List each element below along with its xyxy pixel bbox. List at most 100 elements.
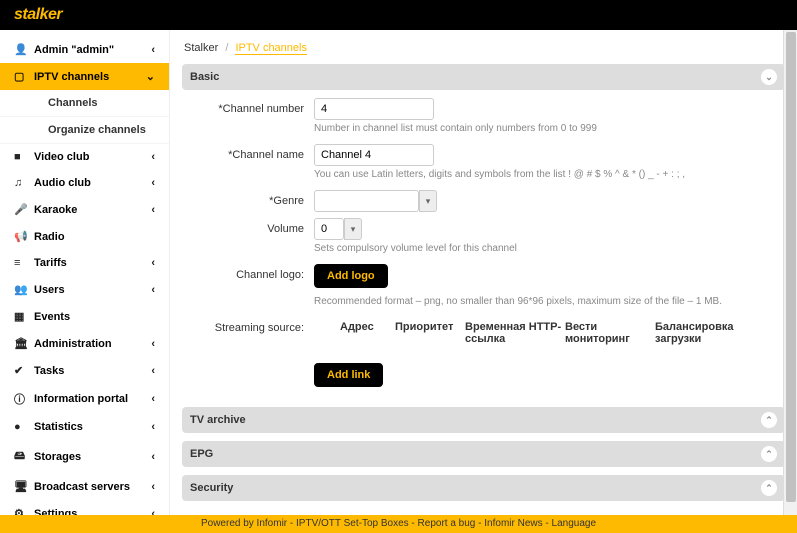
sidebar-item-statistics[interactable]: ● Statistics‹	[0, 414, 169, 440]
chevron-icon: ‹	[151, 151, 155, 163]
footer-link-lang[interactable]: Language	[552, 518, 597, 529]
panel-security-title: Security	[190, 482, 233, 494]
panel-epg: EPG ⌃	[182, 441, 785, 467]
breadcrumb-sep: /	[225, 42, 228, 54]
sidebar-item-label: Broadcast servers	[34, 481, 151, 493]
panel-basic: Basic ⌄ *Channel number Number in channe…	[182, 64, 785, 399]
sidebar-icon: 🖥	[14, 480, 26, 493]
sidebar-item-iptv-channels[interactable]: ▢IPTV channels⌄	[0, 63, 169, 90]
sidebar-subitem-channels[interactable]: Channels	[0, 90, 169, 117]
volume-input[interactable]	[314, 218, 344, 240]
col-temp-http: Временная HTTP-ссылка	[465, 321, 565, 345]
sidebar-item-label: Video club	[34, 151, 151, 163]
scrollbar-thumb[interactable]	[786, 32, 796, 502]
sidebar-icon: ▢	[14, 70, 26, 83]
sidebar-icon: ■	[14, 151, 26, 163]
sidebar-item-label: Tariffs	[34, 257, 151, 269]
footer-link-bug[interactable]: Report a bug	[418, 518, 476, 529]
channel-number-input[interactable]	[314, 98, 434, 120]
sidebar-item-radio[interactable]: 📢 Radio	[0, 223, 169, 250]
sidebar-item-label: IPTV channels	[34, 71, 146, 83]
sidebar-icon: 🎤	[14, 203, 26, 216]
sidebar-item-administration[interactable]: 🏛 Administration‹	[0, 330, 169, 357]
expand-icon[interactable]: ⌃	[761, 446, 777, 462]
sidebar-item-broadcast-servers[interactable]: 🖥Broadcast servers‹	[0, 473, 169, 500]
chevron-icon: ‹	[151, 451, 155, 463]
volume-stepper-icon[interactable]: ▾	[344, 218, 362, 240]
channel-name-input[interactable]	[314, 144, 434, 166]
expand-icon[interactable]: ⌃	[761, 480, 777, 496]
chevron-icon: ‹	[151, 177, 155, 189]
channel-number-hint: Number in channel list must contain only…	[314, 123, 773, 134]
panel-tv-header[interactable]: TV archive ⌃	[182, 407, 785, 433]
sidebar-item-information-portal[interactable]: ⓘInformation portal‹	[0, 384, 169, 414]
sidebar-icon: 👤	[14, 43, 26, 56]
main-content: Stalker / IPTV channels Basic ⌄ *Channel…	[170, 30, 797, 520]
sidebar-item-users[interactable]: 👥 Users‹	[0, 276, 169, 303]
add-link-button[interactable]: Add link	[314, 363, 383, 387]
sidebar-icon: ▦	[14, 310, 26, 323]
sidebar-item-label: Tasks	[34, 365, 151, 377]
breadcrumb-current[interactable]: IPTV channels	[235, 42, 307, 55]
panel-epg-title: EPG	[190, 448, 213, 460]
footer-link-boxes[interactable]: IPTV/OTT Set-Top Boxes	[296, 518, 409, 529]
basic-form: *Channel number Number in channel list m…	[182, 90, 785, 399]
sidebar-item-karaoke[interactable]: 🎤 Karaoke‹	[0, 196, 169, 223]
chevron-icon: ‹	[151, 284, 155, 296]
sidebar-icon: ♫	[14, 177, 26, 189]
panel-security: Security ⌃	[182, 475, 785, 501]
sidebar-item-audio-club[interactable]: ♫Audio club‹	[0, 170, 169, 196]
chevron-down-icon[interactable]: ▾	[419, 190, 437, 212]
sidebar-item-tasks[interactable]: ✔ Tasks‹	[0, 357, 169, 384]
sidebar-item-storages[interactable]: 🖴 Storages‹	[0, 440, 169, 473]
add-logo-button[interactable]: Add logo	[314, 264, 388, 288]
breadcrumb-root[interactable]: Stalker	[184, 42, 218, 54]
sidebar-item-tariffs[interactable]: ≡ Tariffs‹	[0, 250, 169, 276]
sidebar-item-admin-admin-[interactable]: 👤Admin "admin"‹	[0, 36, 169, 63]
expand-icon[interactable]: ⌃	[761, 412, 777, 428]
sidebar: 👤Admin "admin"‹▢IPTV channels⌄ChannelsOr…	[0, 30, 170, 533]
sidebar-item-label: Karaoke	[34, 204, 151, 216]
col-address: Адрес	[340, 321, 395, 345]
sidebar-item-label: Storages	[34, 451, 151, 463]
brand-logo: stalker	[14, 6, 62, 24]
chevron-icon: ‹	[151, 393, 155, 405]
sidebar-item-label: Statistics	[34, 421, 151, 433]
panel-security-header[interactable]: Security ⌃	[182, 475, 785, 501]
collapse-icon[interactable]: ⌄	[761, 69, 777, 85]
chevron-icon: ‹	[151, 365, 155, 377]
sidebar-icon: ✔	[14, 364, 26, 377]
sidebar-item-events[interactable]: ▦ Events	[0, 303, 169, 330]
panel-basic-header[interactable]: Basic ⌄	[182, 64, 785, 90]
sidebar-item-label: Events	[34, 311, 155, 323]
streaming-source-label: Streaming source:	[194, 317, 314, 334]
volume-label: Volume	[194, 218, 314, 235]
sidebar-item-label: Information portal	[34, 393, 151, 405]
sidebar-icon: 👥	[14, 283, 26, 296]
sidebar-icon: ●	[14, 421, 26, 433]
sidebar-icon: 📢	[14, 230, 26, 243]
sidebar-item-label: Administration	[34, 338, 151, 350]
col-priority: Приоритет	[395, 321, 465, 345]
genre-label: *Genre	[194, 190, 314, 207]
sidebar-item-video-club[interactable]: ■ Video club‹	[0, 144, 169, 170]
chevron-icon: ‹	[151, 421, 155, 433]
sidebar-item-label: Radio	[34, 231, 155, 243]
chevron-icon: ‹	[151, 204, 155, 216]
sidebar-subitem-organize-channels[interactable]: Organize channels	[0, 117, 169, 144]
sidebar-item-label: Users	[34, 284, 151, 296]
sidebar-icon: 🏛	[14, 337, 26, 350]
chevron-icon: ‹	[151, 338, 155, 350]
sidebar-icon: 🖴	[14, 447, 26, 466]
panel-tv-title: TV archive	[190, 414, 246, 426]
stream-table-header: Адрес Приоритет Временная HTTP-ссылка Ве…	[314, 317, 773, 349]
panel-epg-header[interactable]: EPG ⌃	[182, 441, 785, 467]
scrollbar[interactable]	[783, 30, 797, 520]
footer-link-news[interactable]: Infomir News	[484, 518, 542, 529]
topbar: stalker	[0, 0, 797, 30]
chevron-icon: ‹	[151, 257, 155, 269]
sidebar-icon: ≡	[14, 257, 26, 269]
genre-select[interactable]	[314, 190, 419, 212]
panel-tv-archive: TV archive ⌃	[182, 407, 785, 433]
chevron-icon: ‹	[151, 44, 155, 56]
